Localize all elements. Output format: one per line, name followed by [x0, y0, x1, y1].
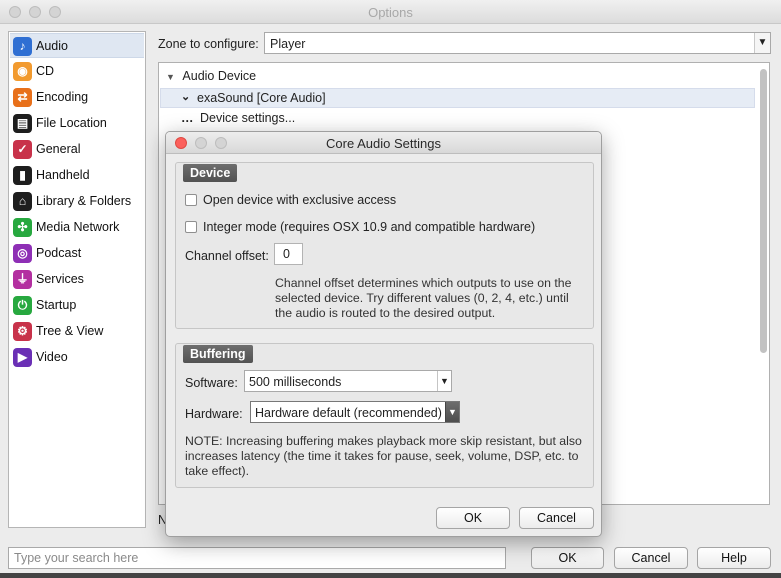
video-camera-icon: ▶ [13, 348, 32, 367]
channel-offset-field[interactable]: 0 [274, 243, 303, 265]
device-group-header: Device [183, 164, 238, 182]
power-icon: ⏻ [13, 296, 32, 315]
sidebar-item-audio[interactable]: ♪ Audio [10, 33, 144, 58]
device-settings-label: Device settings... [199, 111, 296, 125]
dialog-ok-button[interactable]: OK [436, 507, 510, 529]
tree-section-audio-device[interactable]: ▼ Audio Device [166, 69, 256, 83]
exclusive-access-label: Open device with exclusive access [203, 193, 397, 207]
dialog-title: Core Audio Settings [326, 136, 441, 151]
sidebar-item-label: Video [36, 350, 68, 364]
buffering-group: Buffering Software: 500 milliseconds ▼ H… [175, 343, 594, 488]
gear-icon: ⚙ [13, 322, 32, 341]
sidebar-item-label: Media Network [36, 220, 120, 234]
integer-mode-checkbox[interactable] [185, 221, 197, 233]
sidebar-item-podcast[interactable]: ◎ Podcast [10, 241, 144, 266]
dialog-cancel-button[interactable]: Cancel [519, 507, 594, 529]
sidebar-item-tree-view[interactable]: ⚙ Tree & View [10, 319, 144, 344]
sidebar-item-label: CD [36, 64, 55, 78]
device-settings-link[interactable]: … Device settings... [181, 111, 295, 125]
sidebar-item-label: Handheld [36, 168, 90, 182]
software-buffer-select[interactable]: 500 milliseconds ▼ [244, 370, 452, 392]
library-house-icon: ⌂ [13, 192, 32, 211]
sidebar-item-label: Encoding [36, 90, 89, 104]
plug-icon: ⏚ [13, 270, 32, 289]
sidebar-item-label: Tree & View [36, 324, 104, 338]
sidebar-item-label: General [36, 142, 81, 156]
background-strip [0, 573, 781, 578]
tree-row-device[interactable]: ⌄ exaSound [Core Audio] [160, 88, 755, 108]
zone-select-value: Player [270, 37, 306, 51]
checkmark-icon: ✓ [13, 140, 32, 159]
exclusive-access-checkbox[interactable] [185, 194, 197, 206]
hardware-buffer-value: Hardware default (recommended) [255, 406, 442, 420]
zone-label: Zone to configure: [158, 37, 259, 51]
sidebar-item-services[interactable]: ⏚ Services [10, 267, 144, 292]
zone-select[interactable]: Player ▼ [264, 32, 771, 54]
window-titlebar: Options [0, 0, 781, 24]
sidebar-item-media-network[interactable]: ✣ Media Network [10, 215, 144, 240]
sidebar-item-general[interactable]: ✓ General [10, 137, 144, 162]
expand-chevron-icon: ⌄ [181, 91, 191, 103]
software-buffer-value: 500 milliseconds [249, 375, 342, 389]
help-line-3: the audio is routed to the desired outpu… [275, 306, 496, 320]
sidebar-item-label: Audio [36, 39, 68, 53]
sidebar-item-handheld[interactable]: ▮ Handheld [10, 163, 144, 188]
sidebar-item-label: Services [36, 272, 84, 286]
help-line-1: Channel offset determines which outputs … [275, 276, 572, 290]
sidebar-item-label: Podcast [36, 246, 82, 260]
device-group: Device Open device with exclusive access… [175, 162, 594, 329]
search-input[interactable] [9, 548, 505, 568]
buffering-group-header: Buffering [183, 345, 253, 363]
integer-mode-label: Integer mode (requires OSX 10.9 and comp… [203, 220, 536, 234]
scrollbar-thumb[interactable] [760, 69, 767, 353]
cd-icon: ◉ [13, 62, 32, 81]
window-title: Options [368, 5, 413, 20]
note-line-1: NOTE: Increasing buffering makes playbac… [185, 434, 582, 448]
sidebar-item-cd[interactable]: ◉ CD [10, 59, 144, 84]
media-network-icon: ✣ [13, 218, 32, 237]
dialog-titlebar: Core Audio Settings [166, 132, 601, 154]
tree-section-label: Audio Device [182, 69, 257, 83]
sidebar-item-label: Startup [36, 298, 77, 312]
chevron-down-icon: ▼ [437, 371, 451, 391]
channel-offset-help: Channel offset determines which outputs … [275, 276, 571, 321]
sidebar-item-label: Library & Folders [36, 194, 132, 208]
collapse-triangle-icon: ▼ [166, 72, 175, 82]
options-sidebar: ♪ Audio ◉ CD ⇄ Encoding ▤ File Location ✓ General… [8, 31, 146, 528]
channel-offset-label: Channel offset: [185, 249, 269, 263]
search-field[interactable] [8, 547, 506, 569]
hardware-label: Hardware: [185, 407, 243, 421]
podcast-icon: ◎ [13, 244, 32, 263]
core-audio-settings-dialog: Core Audio Settings Device Open device w… [165, 131, 602, 537]
ok-button[interactable]: OK [531, 547, 604, 569]
note-line-2: increases latency (the time it takes for… [185, 449, 579, 463]
handheld-icon: ▮ [13, 166, 32, 185]
file-location-icon: ▤ [13, 114, 32, 133]
sidebar-item-encoding[interactable]: ⇄ Encoding [10, 85, 144, 110]
device-name: exaSound [Core Audio] [197, 91, 326, 105]
encoding-arrows-icon: ⇄ [13, 88, 32, 107]
hardware-buffer-select[interactable]: Hardware default (recommended) ▼ [250, 401, 460, 423]
ellipsis-icon: … [181, 111, 194, 125]
note-line-3: take effect). [185, 464, 250, 478]
sidebar-item-library-folders[interactable]: ⌂ Library & Folders [10, 189, 144, 214]
music-note-icon: ♪ [13, 37, 32, 56]
sidebar-item-video[interactable]: ▶ Video [10, 345, 144, 370]
chevron-down-icon: ▼ [445, 402, 459, 422]
help-line-2: selected device. Try different values (0… [275, 291, 569, 305]
buffering-note: NOTE: Increasing buffering makes playbac… [185, 434, 582, 479]
sidebar-item-startup[interactable]: ⏻ Startup [10, 293, 144, 318]
help-button[interactable]: Help [697, 547, 771, 569]
software-label: Software: [185, 376, 238, 390]
chevron-down-icon: ▼ [754, 33, 770, 53]
sidebar-item-file-location[interactable]: ▤ File Location [10, 111, 144, 136]
sidebar-item-label: File Location [36, 116, 107, 130]
cancel-button[interactable]: Cancel [614, 547, 688, 569]
